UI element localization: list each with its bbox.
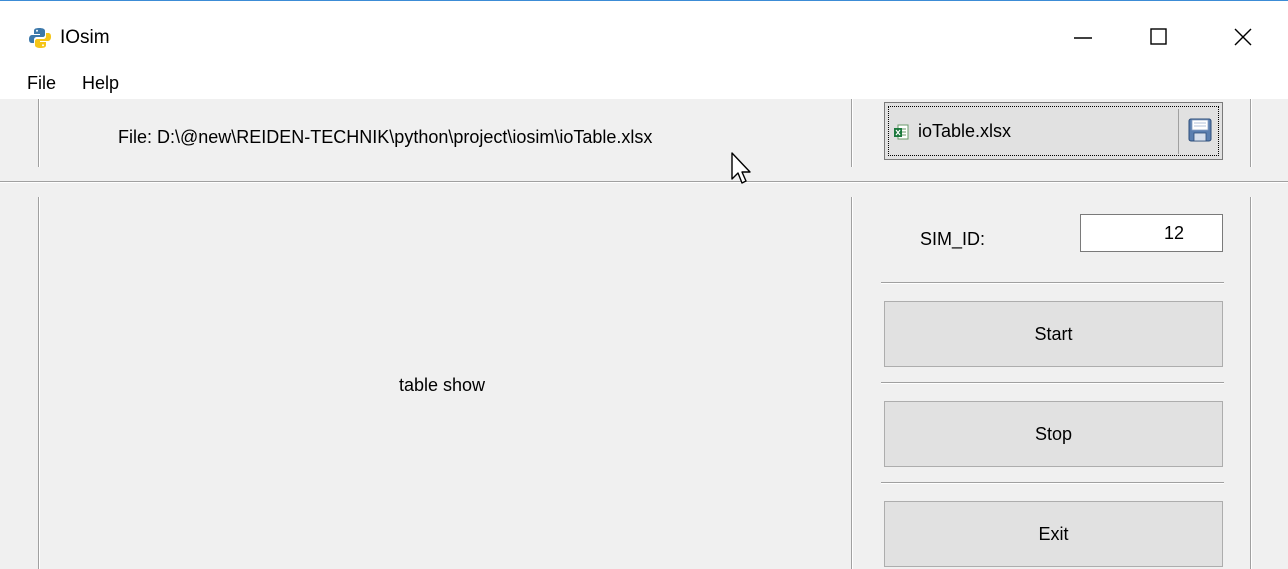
divider (39, 197, 40, 569)
maximize-icon (1150, 28, 1167, 45)
table-placeholder: table show (399, 375, 486, 395)
app-window: IOsim File Help File: D:\@new\REIDEN-TEC… (0, 0, 1288, 569)
divider (852, 197, 853, 569)
menu-file[interactable]: File (27, 73, 56, 94)
stop-button[interactable]: Stop (884, 401, 1223, 467)
divider (881, 483, 1224, 484)
divider (881, 383, 1224, 384)
divider (0, 182, 1288, 183)
close-icon (1234, 28, 1252, 46)
divider (1251, 197, 1252, 569)
sim-id-label: SIM_ID: (920, 229, 986, 249)
menu-bar: File Help (0, 67, 1288, 99)
exit-button[interactable]: Exit (884, 501, 1223, 567)
mouse-cursor-icon (730, 151, 754, 189)
close-button[interactable] (1220, 19, 1266, 55)
minimize-icon (1074, 37, 1092, 39)
sim-id-input[interactable] (1080, 214, 1223, 252)
divider (1178, 109, 1179, 154)
divider (852, 99, 853, 167)
client-area: File: D:\@new\REIDEN-TECHNIK\python\proj… (0, 99, 1288, 569)
minimize-button[interactable] (1060, 19, 1106, 55)
floppy-save-icon[interactable] (1187, 117, 1213, 143)
divider (881, 283, 1224, 284)
maximize-button[interactable] (1136, 19, 1182, 55)
menu-help[interactable]: Help (82, 73, 119, 94)
open-file-button[interactable]: ioTable.xlsx (884, 102, 1223, 160)
start-button[interactable]: Start (884, 301, 1223, 367)
excel-file-icon (893, 124, 909, 140)
file-path-label: File: D:\@new\REIDEN-TECHNIK\python\proj… (118, 127, 653, 147)
title-bar[interactable]: IOsim (0, 1, 1288, 67)
divider (39, 99, 40, 167)
window-title: IOsim (60, 27, 110, 48)
python-app-icon (28, 26, 52, 50)
file-button-label: ioTable.xlsx (918, 121, 1012, 141)
divider (1251, 99, 1252, 167)
